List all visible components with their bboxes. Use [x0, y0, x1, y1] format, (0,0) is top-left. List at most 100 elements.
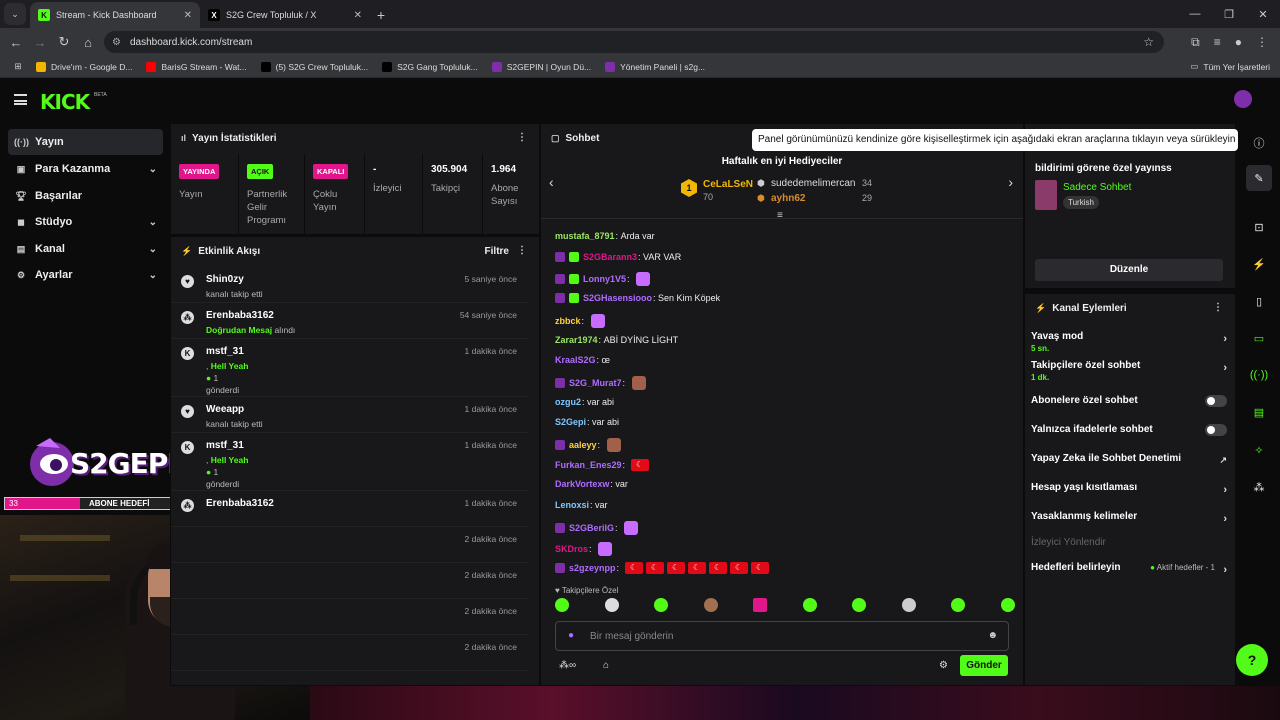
chat-username[interactable]: ozgu2	[555, 397, 581, 407]
activity-item[interactable]: 2 dakika önce	[171, 563, 529, 599]
chevron-left-icon[interactable]: ‹	[549, 174, 554, 190]
all-bookmarks-button[interactable]: ▭ Tüm Yer İşaretleri	[1190, 61, 1270, 72]
site-info-icon[interactable]: ⚙	[112, 37, 121, 48]
chat-settings-icon[interactable]: ⚙	[939, 660, 948, 671]
browser-menu-icon[interactable]: ⋮	[1256, 35, 1268, 49]
chat-username[interactable]: KraalS2G	[555, 355, 596, 365]
chat-username[interactable]: Lenoxsi	[555, 500, 589, 510]
chat-username[interactable]: Zarar1974	[555, 335, 598, 345]
chat-username[interactable]: S2GBarann3	[583, 252, 637, 262]
bookmark-item[interactable]: S2G Gang Topluluk...	[382, 61, 478, 72]
activity-item[interactable]: 2 dakika önce	[171, 635, 529, 671]
activity-item[interactable]: 2 dakika önce	[171, 527, 529, 563]
minimize-button[interactable]: —	[1178, 8, 1212, 20]
bookmark-item[interactable]: Drive'ım - Google D...	[36, 61, 132, 72]
activity-username[interactable]: Weeapp	[206, 404, 244, 415]
extensions-icon[interactable]: ⧉	[1191, 35, 1200, 50]
activity-username[interactable]: mstf_31	[206, 346, 244, 357]
gifter-name[interactable]: ayhn62	[771, 193, 805, 204]
layout-icon[interactable]: ▤	[1246, 399, 1272, 425]
sidebar-item-basarilar[interactable]: 🏆︎ Başarılar	[8, 183, 163, 209]
sidebar-item-para-kazanma[interactable]: ▣ Para Kazanma ⌄	[8, 156, 163, 182]
tab-kick-dashboard[interactable]: K Stream - Kick Dashboard ✕	[30, 2, 200, 28]
activity-username[interactable]: Erenbaba3162	[206, 498, 274, 509]
kicks-icon[interactable]: ⁂	[1246, 474, 1272, 500]
tab-search-button[interactable]: ⌄	[4, 3, 26, 25]
url-field[interactable]: ⚙ dashboard.kick.com/stream ☆	[104, 31, 1164, 53]
activity-menu-icon[interactable]: ⋮	[517, 245, 527, 256]
chat-username[interactable]: SKDros	[555, 544, 588, 554]
tab-x-community[interactable]: X S2G Crew Topluluk / X ✕	[200, 2, 370, 28]
bookmark-star-icon[interactable]: ☆	[1143, 35, 1154, 49]
chat-bubble-icon[interactable]: ▭	[1246, 325, 1272, 351]
close-tab-icon[interactable]: ✕	[184, 10, 192, 21]
activity-item[interactable]: ⁂ Erenbaba3162 1 dakika önce	[171, 491, 529, 527]
close-window-button[interactable]: ✕	[1246, 8, 1280, 21]
sidebar-item-yayin[interactable]: ((·)) Yayın	[8, 129, 163, 155]
chat-username[interactable]: Furkan_Enes29	[555, 460, 622, 470]
reload-button[interactable]: ↻	[52, 34, 76, 50]
chat-username[interactable]: s2gzeynpp	[569, 563, 616, 573]
gifter-name[interactable]: sudedemelimercan	[771, 178, 856, 189]
chevron-right-icon[interactable]: ›	[1008, 174, 1013, 190]
info-icon[interactable]: ⓘ	[1246, 130, 1272, 156]
chat-username[interactable]: aaleyy	[569, 440, 597, 450]
emote-button[interactable]	[852, 598, 867, 612]
forward-button[interactable]: →	[28, 35, 52, 50]
top-gifter-name[interactable]: CeLaLSeN	[703, 179, 753, 190]
chat-username[interactable]: S2G_Murat7	[569, 378, 622, 388]
chat-username[interactable]: S2GHasensiooo	[583, 293, 652, 303]
chat-username[interactable]: S2Gepi	[555, 417, 586, 427]
activity-item[interactable]: 2 dakika önce	[171, 599, 529, 635]
action-account-age[interactable]: Hesap yaşı kısıtlaması ›	[1031, 482, 1227, 496]
bookmark-item[interactable]: S2GEPIN | Oyun Dü...	[491, 61, 591, 72]
emote-button[interactable]	[951, 598, 966, 612]
activity-item[interactable]: Kmstf_31 1 dakika önce, Hell Yeah ● 1 gönde…	[171, 339, 529, 397]
activity-item[interactable]: ♥ Shin0zy 5 saniye önce kanalı takip etti	[171, 267, 529, 303]
emote-button[interactable]	[1000, 598, 1015, 612]
new-tab-button[interactable]: +	[370, 2, 392, 28]
emote-button[interactable]	[703, 598, 718, 612]
activity-item[interactable]: ⁂ Erenbaba3162 54 saniye önce Doğrudan Mesa…	[171, 303, 529, 339]
emote-button[interactable]	[901, 598, 916, 612]
activity-username[interactable]: Erenbaba3162	[206, 310, 274, 321]
subscribers-only-toggle[interactable]	[1205, 395, 1227, 407]
back-button[interactable]: ←	[4, 35, 28, 50]
emoji-icon[interactable]: ☻	[987, 630, 998, 641]
activity-item[interactable]: Kmstf_31 1 dakika önce, Hell Yeah ● 1 gönde…	[171, 433, 529, 491]
emote-button[interactable]	[753, 598, 768, 612]
filter-button[interactable]: Filtre	[485, 246, 509, 257]
edit-button[interactable]: Düzenle	[1035, 259, 1223, 281]
activity-item[interactable]: ♥ Weeapp 1 dakika önce kanalı takip etti	[171, 397, 529, 433]
sidebar-item-kanal[interactable]: ▤ Kanal ⌄	[8, 236, 163, 262]
close-tab-icon[interactable]: ✕	[354, 10, 362, 21]
activity-username[interactable]: mstf_31	[206, 440, 244, 451]
emote-button[interactable]	[654, 598, 669, 612]
restore-button[interactable]: ❐	[1212, 8, 1246, 21]
chat-username[interactable]: Lonny1V5	[583, 274, 626, 284]
kick-logo[interactable]: KICK	[40, 90, 90, 114]
chat-username[interactable]: S2GBerilG	[569, 523, 614, 533]
document-icon[interactable]: ▯	[1246, 288, 1272, 314]
media-icon[interactable]: ≡	[1214, 35, 1221, 49]
send-button[interactable]: Gönder	[960, 655, 1008, 676]
kicks-icon[interactable]: ⁂∞	[559, 660, 576, 671]
collapse-icon[interactable]: ≡	[777, 210, 783, 221]
user-avatar[interactable]	[1234, 90, 1252, 108]
sidebar-item-ayarlar[interactable]: ⚙ Ayarlar ⌄	[8, 262, 163, 288]
pencil-icon[interactable]: ✎	[1246, 165, 1272, 191]
chat-username[interactable]: DarkVortexw	[555, 479, 609, 489]
activity-username[interactable]: Shin0zy	[206, 274, 244, 285]
emote-button[interactable]	[802, 598, 817, 612]
sidebar-item-studyo[interactable]: ◼ Stüdyo ⌄	[8, 209, 163, 235]
apps-grid-icon[interactable]: ⊞	[0, 61, 36, 72]
category-chip[interactable]: Sadece Sohbet	[1063, 182, 1131, 193]
action-banned-words[interactable]: Yasaklanmış kelimeler ›	[1031, 511, 1227, 525]
help-button[interactable]: ?	[1236, 644, 1268, 676]
chat-username[interactable]: zbbck	[555, 316, 581, 326]
action-ai-moderation[interactable]: Yapay Zeka ile Sohbet Denetimi ↗	[1031, 453, 1227, 465]
home-button[interactable]: ⌂	[76, 35, 100, 50]
action-set-goals[interactable]: Hedefleri belirleyin ● Aktif hedefler - 1…	[1031, 562, 1227, 576]
actions-menu-icon[interactable]: ⋮	[1213, 302, 1223, 313]
profile-icon[interactable]: ●	[1235, 35, 1242, 49]
